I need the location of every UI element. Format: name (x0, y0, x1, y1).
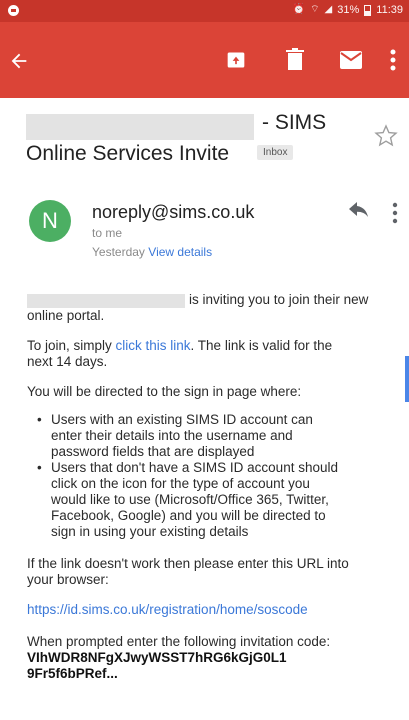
app-bar (0, 22, 409, 98)
scroll-indicator[interactable] (405, 356, 409, 402)
archive-icon[interactable] (226, 50, 246, 70)
p4-line2: your browser: (27, 572, 109, 587)
status-indicators: ⏰ ⌔ ◢ 31% 11:39 (293, 4, 403, 16)
bullet-dot: • (37, 460, 42, 475)
redacted-inviter-name (27, 294, 185, 308)
mark-unread-icon[interactable] (340, 50, 362, 70)
p5-line1: When prompted enter the following invita… (27, 634, 331, 649)
subject-title: Online Services Invite (26, 142, 230, 165)
view-details-link[interactable]: View details (148, 245, 212, 259)
battery-percent: 31% (337, 4, 360, 16)
back-arrow-icon[interactable] (6, 48, 32, 74)
p1-line2: online portal. (27, 308, 105, 323)
invitation-code-line1: VIhWDR8NFgXJwyWSST7hRG6kGjG0L1 (27, 650, 287, 665)
message-more-icon[interactable] (392, 202, 400, 226)
status-bar: ⏰ ⌔ ◢ 31% 11:39 (0, 0, 409, 22)
bullet1-line: Users with an existing SIMS ID account c… (51, 412, 313, 427)
bullet1-line: enter their details into the username an… (51, 428, 293, 443)
bullet2-line: Facebook, Google) and you will be direct… (51, 508, 326, 523)
bullet2-line: click on the icon for the type of accoun… (51, 476, 310, 491)
bullet2-line: Users that don't have a SIMS ID account … (51, 460, 338, 475)
battery-icon (364, 4, 372, 16)
star-icon[interactable] (374, 124, 400, 150)
redacted-school-name (26, 114, 254, 140)
click-this-link[interactable]: click this link (116, 338, 191, 353)
reply-icon[interactable] (349, 202, 371, 220)
sender-avatar[interactable]: N (29, 200, 71, 242)
recipient-line: to me (92, 226, 123, 240)
notification-icon (8, 5, 19, 16)
bullet-dot: • (37, 412, 42, 427)
subject-suffix: - SIMS (262, 111, 327, 134)
inbox-label-badge[interactable]: Inbox (257, 145, 294, 160)
p2-line1-pre: To join, simply (27, 338, 116, 353)
email-date: Yesterday (92, 245, 145, 259)
p4-line1: If the link doesn't work then please ent… (27, 556, 349, 571)
bullet2-line: would like to use (Microsoft/Office 365,… (51, 492, 329, 507)
wifi-icon: ⌔ (310, 4, 320, 15)
registration-url-link[interactable]: https://id.sims.co.uk/registration/home/… (27, 602, 308, 618)
p2-line1-post: . The link is valid for the (190, 338, 333, 353)
signal-icon: ◢ (324, 4, 333, 15)
email-date-line: Yesterday View details (92, 245, 212, 259)
sender-row: N noreply@sims.co.uk to me Yesterday Vie… (0, 184, 409, 270)
invitation-code-line2: 9Fr5f6bPRef... (27, 666, 118, 681)
alarm-icon: ⏰ (292, 4, 306, 15)
p2-line2: next 14 days. (27, 354, 108, 369)
more-vert-icon[interactable] (388, 48, 398, 72)
p2-line1: To join, simply click this link. The lin… (27, 338, 332, 354)
trash-icon[interactable] (286, 48, 304, 70)
clock: 11:39 (376, 4, 403, 16)
bullet2-line: sign in using your existing details (51, 524, 249, 539)
email-subject: - SIMS Online Services Invite Inbox (0, 98, 409, 178)
p3: You will be directed to the sign in page… (27, 384, 302, 399)
bullet1-line: password fields that are displayed (51, 444, 255, 459)
p1-line1-tail: is inviting you to join their new (189, 292, 369, 307)
sender-address: noreply@sims.co.uk (92, 202, 255, 222)
